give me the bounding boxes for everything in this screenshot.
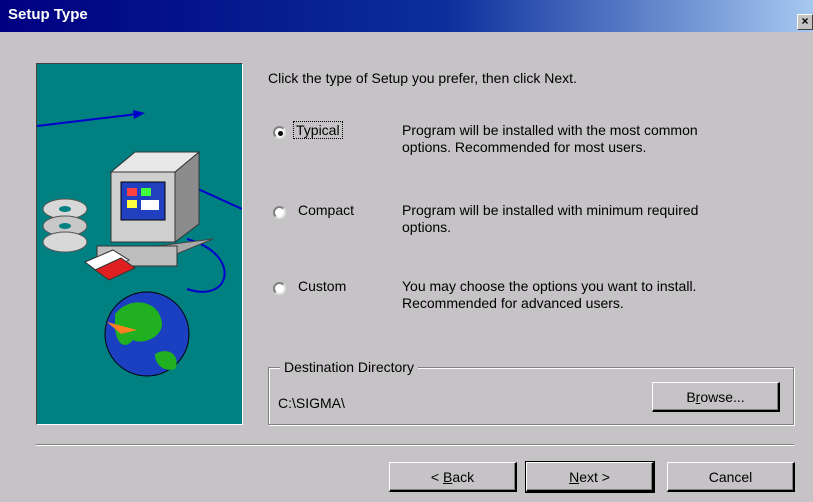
radio-custom[interactable] xyxy=(273,282,286,295)
setup-illustration xyxy=(36,63,243,425)
title-bar: Setup Type × xyxy=(0,0,813,32)
option-custom-label[interactable]: Custom xyxy=(298,278,346,294)
back-label-mnemonic: B xyxy=(442,468,453,485)
next-label-post: ext > xyxy=(579,468,610,485)
setup-prompt: Click the type of Setup you prefer, then… xyxy=(268,70,577,86)
description-line: Program will be installed with minimum r… xyxy=(402,202,699,218)
description-line: You may choose the options you want to i… xyxy=(402,278,697,294)
option-compact-description: Program will be installed with minimum r… xyxy=(402,202,792,236)
description-line: Program will be installed with the most … xyxy=(402,122,698,138)
destination-path: C:\SIGMA\ xyxy=(278,395,345,411)
close-icon: × xyxy=(801,14,809,28)
browse-label-post: owse... xyxy=(700,388,745,405)
back-label-pre: < xyxy=(430,468,443,485)
option-typical-description: Program will be installed with the most … xyxy=(402,122,792,156)
option-custom-description: You may choose the options you want to i… xyxy=(402,278,792,312)
back-label-post: ack xyxy=(452,468,475,485)
radio-selected-dot xyxy=(278,131,283,136)
radio-typical[interactable] xyxy=(273,126,286,139)
window-title: Setup Type xyxy=(8,6,88,23)
browse-button[interactable]: Browse... xyxy=(652,382,780,412)
cancel-button[interactable]: Cancel xyxy=(667,462,795,492)
description-line: Recommended for advanced users. xyxy=(402,295,624,311)
radio-compact[interactable] xyxy=(273,206,286,219)
destination-directory-legend: Destination Directory xyxy=(280,359,418,375)
option-typical-label[interactable]: Typical xyxy=(293,121,343,139)
description-line: options. xyxy=(402,219,452,235)
browse-label-pre: B xyxy=(686,388,696,405)
description-line: options. Recommended for most users. xyxy=(402,139,647,155)
next-button[interactable]: Next > xyxy=(525,461,655,493)
next-label-mnemonic: N xyxy=(569,468,580,485)
back-button[interactable]: < Back xyxy=(389,462,517,492)
separator xyxy=(36,444,794,446)
computer-globe-illustration xyxy=(36,110,243,377)
close-button[interactable]: × xyxy=(797,14,813,30)
option-compact-label[interactable]: Compact xyxy=(298,202,354,218)
